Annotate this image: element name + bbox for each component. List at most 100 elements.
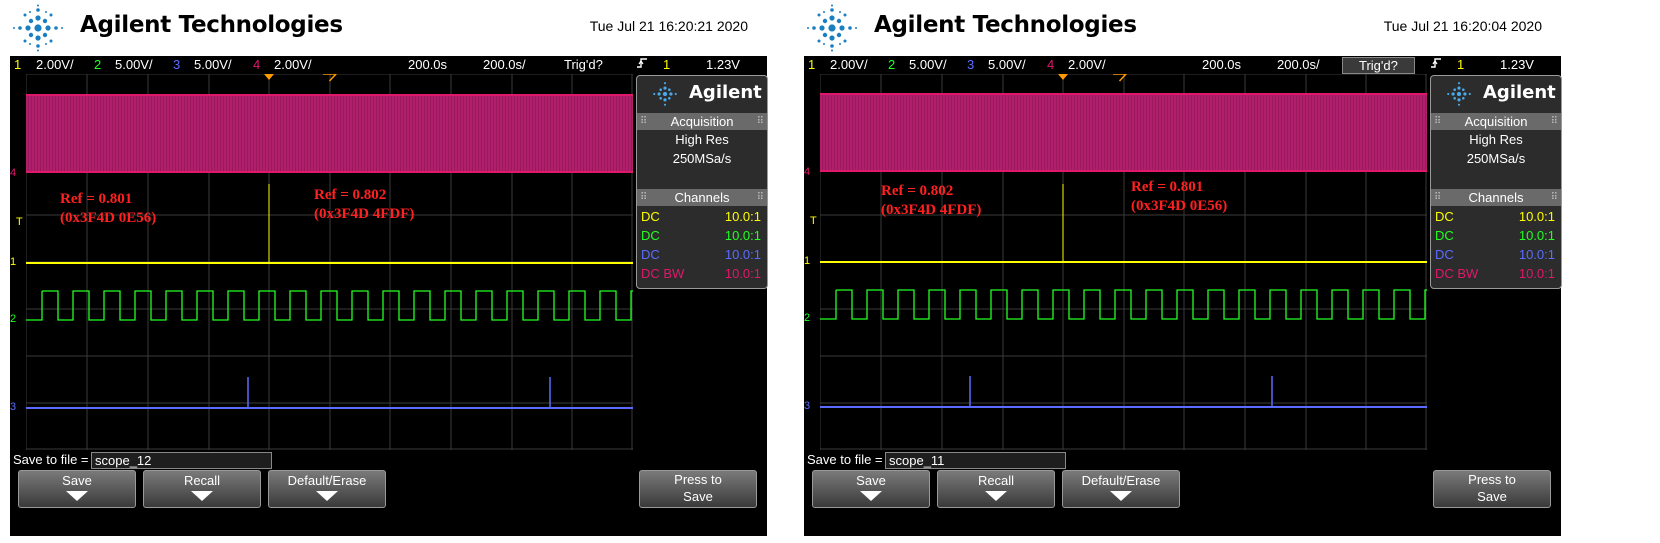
trigger-source[interactable]: 1 [663,56,670,74]
rising-edge-icon [1430,56,1442,75]
capture-datetime: Tue Jul 21 16:20:21 2020 [589,18,748,34]
ch1-scale[interactable]: 2.00V/ [36,56,74,74]
save-to-file-label: Save to file = [13,452,89,467]
down-arrow-icon [985,491,1007,501]
channel-row-1: DC 10.0:1 [1435,209,1555,224]
recall-softkey[interactable]: Recall [937,470,1055,508]
trigger-level-marker[interactable]: T [810,215,817,227]
ch1-number[interactable]: 1 [808,56,815,74]
scope-display: 1 2.00V/ 2 5.00V/ 3 5.00V/ 4 2.00V/ 200.… [10,56,768,536]
trigger-state: Trig'd? [1342,57,1415,74]
waveform-area [26,74,633,450]
annotation-ref-a: Ref = 0.802 (0x3F4D 4FDF) [881,182,981,220]
save-filename-field[interactable]: scope_11 [885,452,1066,469]
timebase-value[interactable]: 200.0s/ [1277,56,1320,74]
ch4-scale[interactable]: 2.00V/ [1068,56,1106,74]
timebase-value[interactable]: 200.0s/ [483,56,526,74]
annotation-ref-b-line2: (0x3F4D 0E56) [1131,198,1228,214]
side-logo-text: Agilent [1483,82,1556,103]
ch2-number[interactable]: 2 [888,56,895,74]
ch2-ground-marker[interactable]: 2 [10,313,16,325]
annotation-ref-b: Ref = 0.801 (0x3F4D 0E56) [1131,178,1227,216]
ch3-ground-marker[interactable]: 3 [804,400,810,412]
down-arrow-icon [316,491,338,501]
brand-title: Agilent Technologies [80,12,343,38]
acquisition-header[interactable]: ⠿ Acquisition ⠿ [1431,113,1561,130]
delay-value[interactable]: 200.0s [1202,56,1241,74]
annotation-ref-b: Ref = 0.802 (0x3F4D 4FDF) [314,186,414,224]
save-to-file-label: Save to file = [807,452,883,467]
acquisition-rate: 250MSa/s [672,151,732,166]
ch2-scale[interactable]: 5.00V/ [115,56,153,74]
channels-header[interactable]: ⠿ Channels ⠿ [1431,189,1561,206]
acquisition-rate: 250MSa/s [1466,151,1526,166]
ch1-scale[interactable]: 2.00V/ [830,56,868,74]
trigger-level[interactable]: 1.23V [1500,56,1534,74]
side-logo: Agilent [637,76,767,112]
ch4-ground-marker[interactable]: 4 [10,167,16,179]
default-erase-softkey[interactable]: Default/Erase [1062,470,1180,508]
channel-row-1: DC 10.0:1 [641,209,761,224]
side-info-panel: Agilent ⠿ Acquisition ⠿ High Res 250MSa/s … [1430,75,1562,289]
annotation-ref-a-line1: Ref = 0.802 [881,183,954,199]
save-softkey[interactable]: Save [812,470,930,508]
channel-row-4: DC BW 10.0:1 [641,266,761,281]
ch4-number[interactable]: 4 [253,56,260,74]
recall-softkey[interactable]: Recall [143,470,261,508]
side-logo-text: Agilent [689,82,762,103]
trigger-level[interactable]: 1.23V [706,56,740,74]
brand-title: Agilent Technologies [874,12,1137,38]
waveform-area [820,74,1427,450]
trigger-state: Trig'd? [564,57,603,72]
ch1-number[interactable]: 1 [14,56,21,74]
rising-edge-icon [636,56,648,75]
ch1-ground-marker[interactable]: 1 [804,255,810,267]
agilent-spark-logo-icon [807,4,857,52]
down-arrow-icon [860,491,882,501]
acquisition-mode: High Res [675,132,729,147]
channel-row-3: DC 10.0:1 [641,247,761,262]
save-filename-field[interactable]: scope_12 [91,452,272,469]
annotation-ref-a-line2: (0x3F4D 0E56) [60,210,157,226]
agilent-spark-logo-icon [13,4,63,52]
press-to-save-softkey[interactable]: Press to Save [639,470,757,508]
down-arrow-icon [1110,491,1132,501]
ch4-ground-marker[interactable]: 4 [804,166,810,178]
down-arrow-icon [191,491,213,501]
ch2-scale[interactable]: 5.00V/ [909,56,947,74]
annotation-ref-a-line2: (0x3F4D 4FDF) [881,202,982,218]
ch3-number[interactable]: 3 [173,56,180,74]
status-bar: 1 2.00V/ 2 5.00V/ 3 5.00V/ 4 2.00V/ 200.… [10,56,767,74]
down-arrow-icon [66,491,88,501]
capture-datetime: Tue Jul 21 16:20:04 2020 [1383,18,1542,34]
ch2-ground-marker[interactable]: 2 [804,312,810,324]
ch3-scale[interactable]: 5.00V/ [988,56,1026,74]
annotation-ref-a: Ref = 0.801 (0x3F4D 0E56) [60,190,156,228]
header: Agilent Technologies Tue Jul 21 16:20:04… [794,0,1562,56]
save-softkey[interactable]: Save [18,470,136,508]
ch2-number[interactable]: 2 [94,56,101,74]
channels-header[interactable]: ⠿ Channels ⠿ [637,189,767,206]
ch3-number[interactable]: 3 [967,56,974,74]
ch4-number[interactable]: 4 [1047,56,1054,74]
annotation-ref-a-line1: Ref = 0.801 [60,191,133,207]
scope-capture-left: Agilent Technologies Tue Jul 21 16:20:21… [0,0,768,540]
ch4-scale[interactable]: 2.00V/ [274,56,312,74]
trigger-level-marker[interactable]: T [16,216,23,228]
acquisition-header[interactable]: ⠿ Acquisition ⠿ [637,113,767,130]
header: Agilent Technologies Tue Jul 21 16:20:21… [0,0,768,56]
channel-row-4: DC BW 10.0:1 [1435,266,1555,281]
side-logo: Agilent [1431,76,1561,112]
delay-value[interactable]: 200.0s [408,56,447,74]
press-to-save-softkey[interactable]: Press to Save [1433,470,1551,508]
side-info-panel: Agilent ⠿ Acquisition ⠿ High Res 250MSa/s … [636,75,768,289]
annotation-ref-b-line1: Ref = 0.802 [314,187,387,203]
ch3-scale[interactable]: 5.00V/ [194,56,232,74]
trigger-source[interactable]: 1 [1457,56,1464,74]
scope-capture-right: Agilent Technologies Tue Jul 21 16:20:04… [794,0,1562,540]
default-erase-softkey[interactable]: Default/Erase [268,470,386,508]
ch1-ground-marker[interactable]: 1 [10,256,16,268]
ch3-ground-marker[interactable]: 3 [10,401,16,413]
channel-row-2: DC 10.0:1 [1435,228,1555,243]
channel-row-3: DC 10.0:1 [1435,247,1555,262]
